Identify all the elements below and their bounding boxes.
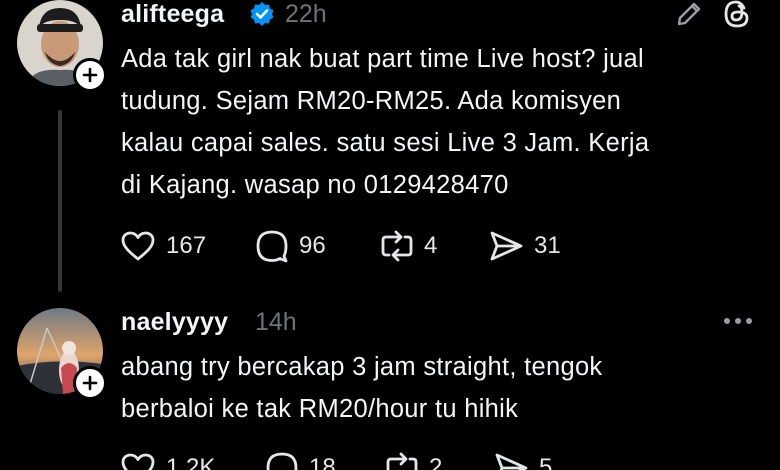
verified-badge-icon [250,2,274,26]
post-text-line: di Kajang. wasap no 0129428470 [121,171,509,199]
repost-icon [381,230,413,262]
follow-button[interactable] [73,366,107,400]
heart-icon [121,231,155,261]
post-text-line: berbaloi ke tak RM20/hour tu hihik [121,395,519,423]
reply-button[interactable]: 18 [265,450,336,470]
heart-icon [121,453,155,470]
reply-count: 18 [309,454,336,470]
share-button[interactable]: 5 [493,450,552,470]
post-text-line: Ada tak girl nak buat part time Live hos… [121,45,644,73]
post-time: 22h [285,0,327,28]
post-text-line: abang try bercakap 3 jam straight, tengo… [121,353,603,381]
reply-count: 96 [299,232,326,259]
like-button[interactable]: 167 [120,228,206,264]
threads-logo-icon[interactable] [722,0,752,28]
username[interactable]: alifteega [121,0,224,29]
repost-icon [386,452,418,470]
share-count: 5 [539,454,553,470]
repost-count: 2 [429,454,443,470]
comment-bubble-icon [266,452,298,470]
pencil-icon[interactable] [673,0,705,28]
comment-bubble-icon [256,230,288,263]
plus-icon [82,67,98,83]
like-button[interactable]: 1.2K [120,450,215,470]
plus-icon [82,375,98,391]
post-text-line: tudung. Sejam RM20-RM25. Ada komisyen [121,87,622,115]
send-icon [490,231,523,261]
more-dots-icon[interactable] [723,317,753,325]
repost-button[interactable]: 4 [380,228,437,264]
like-count: 167 [166,232,207,259]
send-icon [495,453,528,470]
share-count: 31 [534,232,561,259]
repost-count: 4 [424,232,438,259]
repost-button[interactable]: 2 [385,450,442,470]
post-text-line: kalau capai sales. satu sesi Live 3 Jam.… [121,129,650,157]
post-time: 14h [255,308,297,336]
post-text: Ada tak girl nak buat part time Live hos… [121,38,761,206]
reply-post: naelyyyy 14h abang try bercakap 3 jam st… [0,300,780,470]
share-button[interactable]: 31 [488,228,561,264]
username[interactable]: naelyyyy [121,308,228,337]
thread-line [58,110,62,292]
post-text: abang try bercakap 3 jam straight, tengo… [121,346,761,430]
thread-post: alifteega 22h Ada tak girl nak buat part… [0,0,780,300]
follow-button[interactable] [73,58,107,92]
reply-button[interactable]: 96 [255,228,326,264]
like-count: 1.2K [166,454,216,470]
